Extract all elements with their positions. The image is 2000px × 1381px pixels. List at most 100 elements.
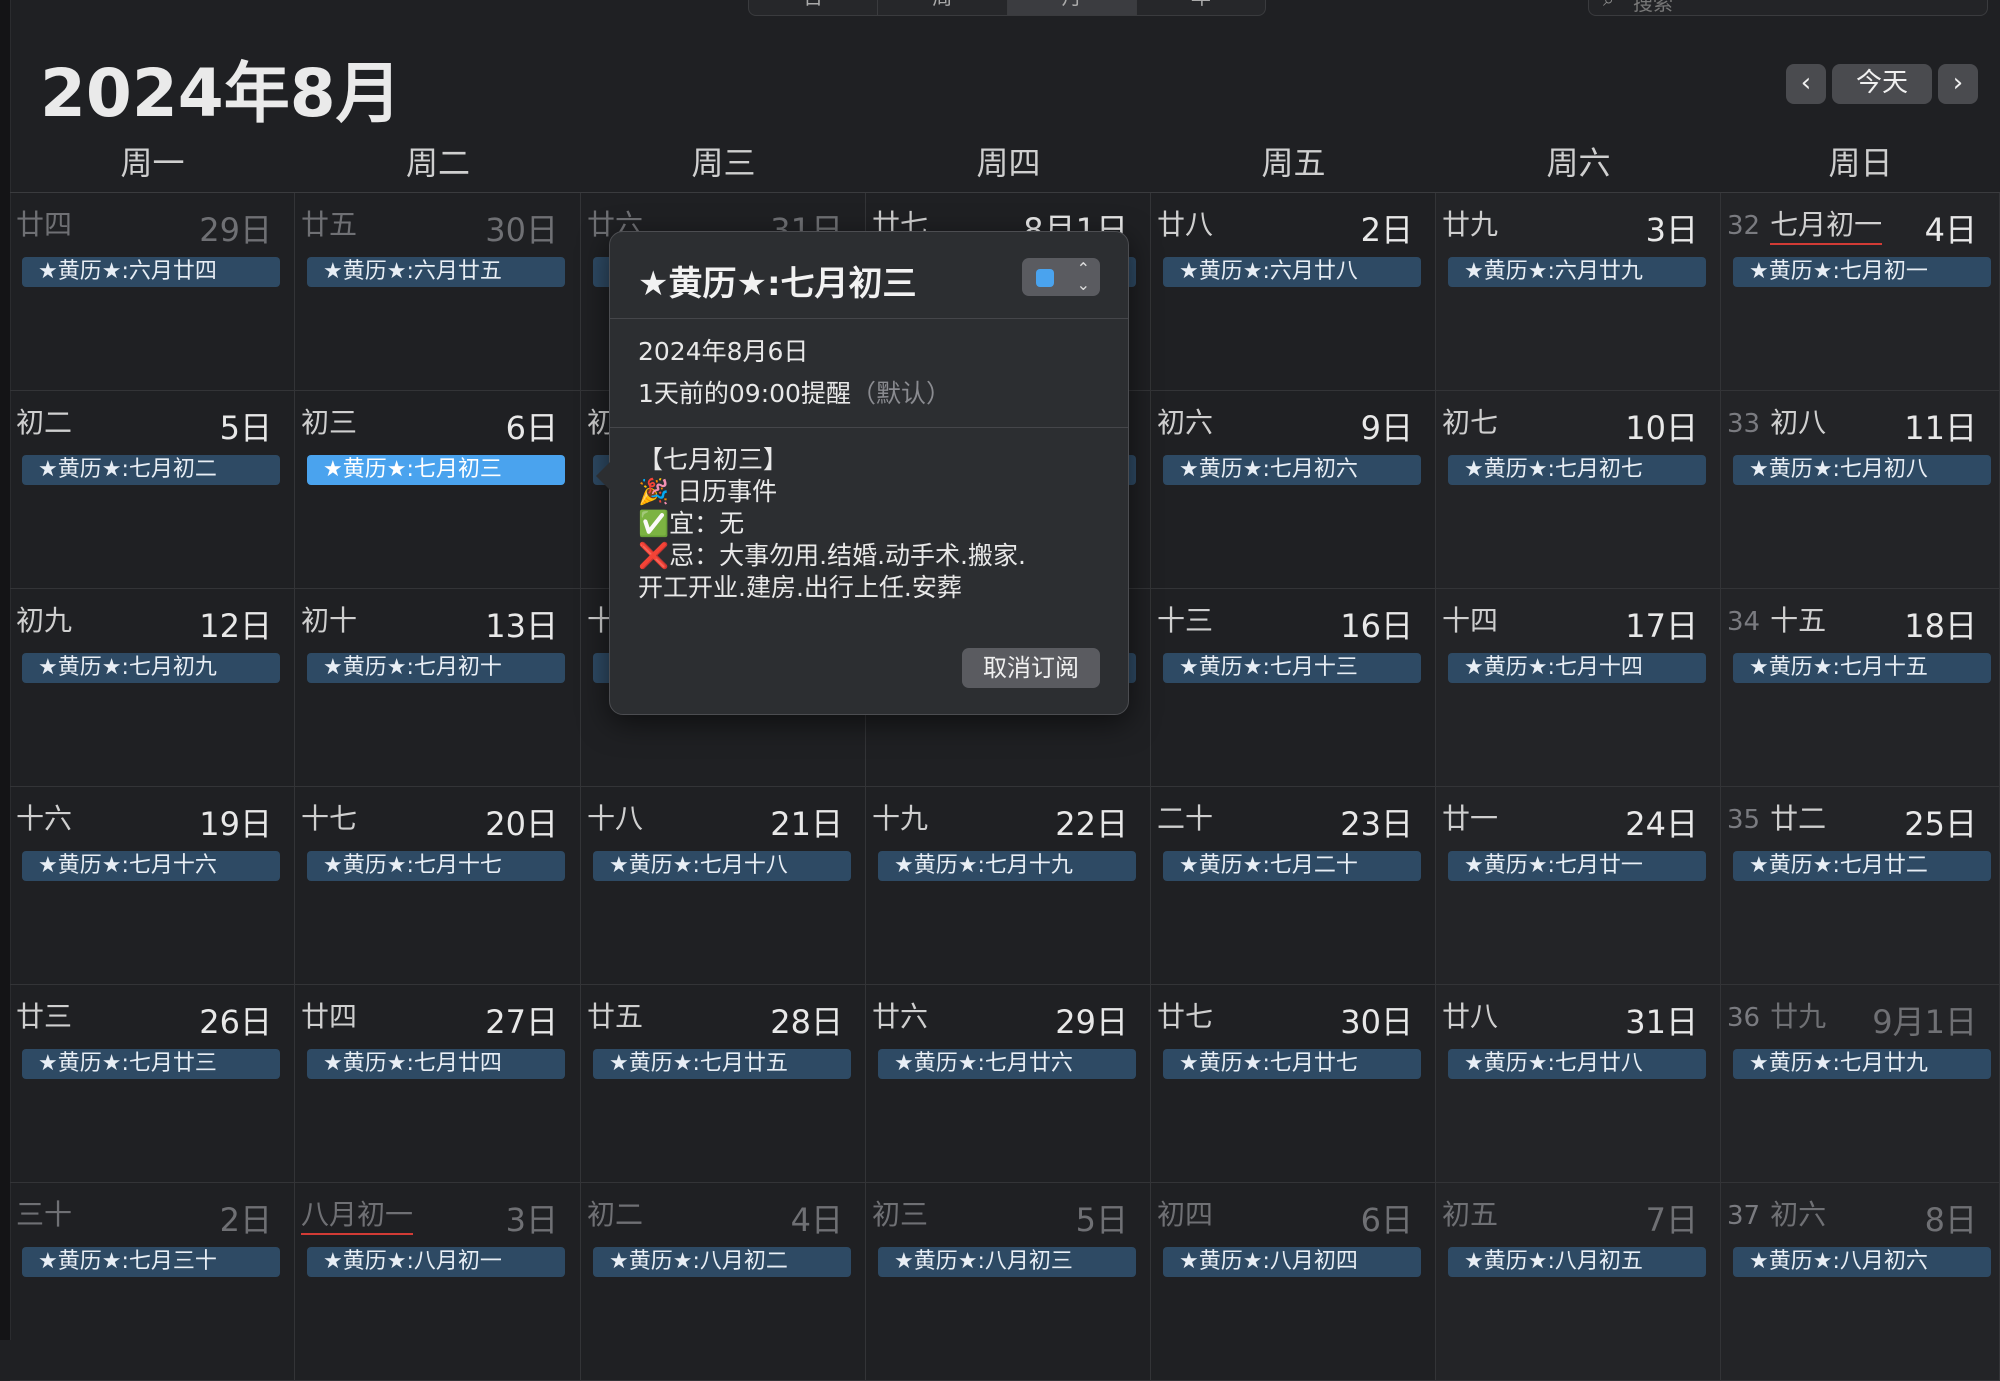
view-tab-year[interactable]: 年 [1137,0,1265,15]
day-cell[interactable]: 初五7日★黄历★:八月初五 [1436,1183,1721,1381]
day-cell[interactable]: 廿五30日★黄历★:六月廿五 [295,193,581,391]
day-cell[interactable]: 十六19日★黄历★:七月十六 [10,787,295,985]
day-cell[interactable]: 廿四27日★黄历★:七月廿四 [295,985,581,1183]
day-number: 4日 [1925,205,1977,251]
day-cell[interactable]: 35廿二25日★黄历★:七月廿二 [1721,787,2000,985]
lunar-date-label: 初三 [872,1193,928,1233]
event-chip[interactable]: ★黄历★:七月廿一 [1448,851,1706,881]
popover-event-date[interactable]: 2024年8月6日 [638,332,808,368]
event-chip[interactable]: ★黄历★:七月廿六 [878,1049,1136,1079]
day-cell[interactable]: 初九12日★黄历★:七月初九 [10,589,295,787]
event-chip[interactable]: ★黄历★:七月二十 [1163,851,1421,881]
event-chip[interactable]: ★黄历★:七月初二 [22,455,280,485]
weekday-label: 周三 [582,138,866,184]
weekday-label: 周一 [11,138,295,184]
day-cell[interactable]: 37初六8日★黄历★:八月初六 [1721,1183,2000,1381]
day-cell[interactable]: 初二4日★黄历★:八月初二 [581,1183,866,1381]
today-button[interactable]: 今天 [1832,64,1932,104]
day-cell[interactable]: 廿六29日★黄历★:七月廿六 [866,985,1151,1183]
day-cell[interactable]: 廿八2日★黄历★:六月廿八 [1151,193,1436,391]
day-cell[interactable]: 廿八31日★黄历★:七月廿八 [1436,985,1721,1183]
day-cell[interactable]: 34十五18日★黄历★:七月十五 [1721,589,2000,787]
lunar-date-label: 廿四 [16,203,72,243]
event-chip[interactable]: ★黄历★:七月廿二 [1733,851,1991,881]
event-chip[interactable]: ★黄历★:七月廿三 [22,1049,280,1079]
popover-event-title[interactable]: ★黄历★:七月初三 [638,256,917,305]
day-cell[interactable]: 十七20日★黄历★:七月十七 [295,787,581,985]
day-cell[interactable]: 廿七30日★黄历★:七月廿七 [1151,985,1436,1183]
event-chip[interactable]: ★黄历★:八月初一 [307,1247,565,1277]
day-cell[interactable]: 初七10日★黄历★:七月初七 [1436,391,1721,589]
event-chip[interactable]: ★黄历★:七月初十 [307,653,565,683]
lunar-date-text: 八月初一 [301,1198,413,1235]
event-chip[interactable]: ★黄历★:七月十四 [1448,653,1706,683]
day-cell[interactable]: 36廿九9月1日★黄历★:七月廿九 [1721,985,2000,1183]
event-chip[interactable]: ★黄历★:八月初三 [878,1247,1136,1277]
day-cell[interactable]: 十三16日★黄历★:七月十三 [1151,589,1436,787]
day-cell[interactable]: 廿九3日★黄历★:六月廿九 [1436,193,1721,391]
event-chip[interactable]: ★黄历★:八月初四 [1163,1247,1421,1277]
day-cell[interactable]: 初六9日★黄历★:七月初六 [1151,391,1436,589]
day-cell[interactable]: 初三6日★黄历★:七月初三 [295,391,581,589]
event-chip[interactable]: ★黄历★:七月廿五 [593,1049,851,1079]
event-chip[interactable]: ★黄历★:七月十三 [1163,653,1421,683]
day-cell[interactable]: 三十2日★黄历★:七月三十 [10,1183,295,1381]
event-chip[interactable]: ★黄历★:七月初六 [1163,455,1421,485]
event-chip[interactable]: ★黄历★:七月初七 [1448,455,1706,485]
view-tab-month[interactable]: 月 [1008,0,1137,15]
view-segmented-control[interactable]: 日 周 月 年 [748,0,1266,16]
lunar-date-text: 十五 [1770,604,1826,637]
day-cell[interactable]: 十四17日★黄历★:七月十四 [1436,589,1721,787]
day-cell[interactable]: 二十23日★黄历★:七月二十 [1151,787,1436,985]
event-chip[interactable]: ★黄历★:八月初五 [1448,1247,1706,1277]
event-chip[interactable]: ★黄历★:八月初六 [1733,1247,1991,1277]
event-chip[interactable]: ★黄历★:七月廿八 [1448,1049,1706,1079]
event-chip[interactable]: ★黄历★:六月廿九 [1448,257,1706,287]
day-number: 3日 [506,1195,558,1241]
event-chip[interactable]: ★黄历★:七月十七 [307,851,565,881]
day-cell[interactable]: 初三5日★黄历★:八月初三 [866,1183,1151,1381]
day-cell[interactable]: 十八21日★黄历★:七月十八 [581,787,866,985]
day-number: 2日 [220,1195,272,1241]
event-chip[interactable]: ★黄历★:八月初二 [593,1247,851,1277]
event-chip[interactable]: ★黄历★:七月初九 [22,653,280,683]
event-chip-selected[interactable]: ★黄历★:七月初三 [307,455,565,485]
event-chip[interactable]: ★黄历★:七月廿九 [1733,1049,1991,1079]
event-chip[interactable]: ★黄历★:七月廿四 [307,1049,565,1079]
previous-month-button[interactable]: ‹ [1786,64,1826,104]
lunar-date-label: 廿七 [1157,995,1213,1035]
view-tab-week[interactable]: 周 [878,0,1007,15]
view-tab-day[interactable]: 日 [749,0,878,15]
day-cell[interactable]: 廿三26日★黄历★:七月廿三 [10,985,295,1183]
day-cell[interactable]: 32七月初一4日★黄历★:七月初一 [1721,193,2000,391]
lunar-date-label: 34十五 [1727,599,1826,639]
day-cell[interactable]: 廿一24日★黄历★:七月廿一 [1436,787,1721,985]
day-cell[interactable]: 十九22日★黄历★:七月十九 [866,787,1151,985]
event-chip[interactable]: ★黄历★:六月廿八 [1163,257,1421,287]
day-cell[interactable]: 初四6日★黄历★:八月初四 [1151,1183,1436,1381]
day-cell[interactable]: 33初八11日★黄历★:七月初八 [1721,391,2000,589]
event-chip[interactable]: ★黄历★:七月初八 [1733,455,1991,485]
popover-event-alert[interactable]: 1天前的09:00提醒（默认） [638,374,951,410]
event-chip[interactable]: ★黄历★:七月三十 [22,1247,280,1277]
event-chip[interactable]: ★黄历★:六月廿四 [22,257,280,287]
next-month-button[interactable]: › [1938,64,1978,104]
event-chip[interactable]: ★黄历★:六月廿五 [307,257,565,287]
day-cell[interactable]: 八月初一 3日 ★黄历★:八月初一 [295,1183,581,1381]
day-cell[interactable]: 廿五28日★黄历★:七月廿五 [581,985,866,1183]
day-cell[interactable]: 廿四29日★黄历★:六月廿四 [10,193,295,391]
calendar-color-picker[interactable]: ⌃⌄ [1022,258,1100,296]
event-chip[interactable]: ★黄历★:七月十九 [878,851,1136,881]
event-chip[interactable]: ★黄历★:七月十五 [1733,653,1991,683]
event-chip[interactable]: ★黄历★:七月十八 [593,851,851,881]
day-number: 9月1日 [1872,997,1977,1043]
event-chip[interactable]: ★黄历★:七月廿七 [1163,1049,1421,1079]
day-cell[interactable]: 初二5日★黄历★:七月初二 [10,391,295,589]
search-field[interactable]: ⌕ 搜索 [1588,0,1988,16]
day-number: 23日 [1340,799,1413,845]
event-chip[interactable]: ★黄历★:七月十六 [22,851,280,881]
event-chip[interactable]: ★黄历★:七月初一 [1733,257,1991,287]
day-cell[interactable]: 初十13日★黄历★:七月初十 [295,589,581,787]
popover-event-notes: 【七月初三】 🎉 日历事件 ✅宜：无 ❌忌：大事勿用.结婚.动手术.搬家. 开工… [638,444,1026,604]
unsubscribe-button[interactable]: 取消订阅 [962,648,1100,688]
